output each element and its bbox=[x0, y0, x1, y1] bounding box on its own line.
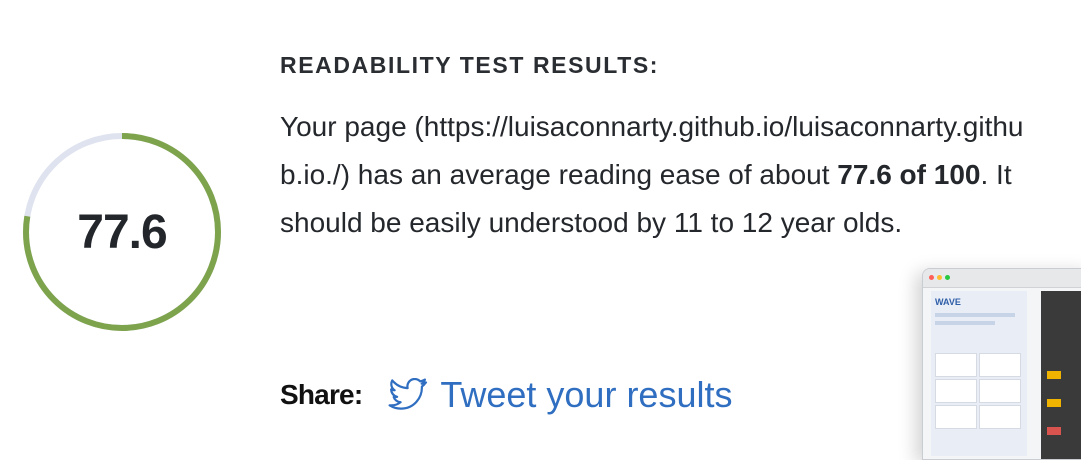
results-score-text: 77.6 of 100 bbox=[837, 159, 981, 190]
twitter-bird-icon bbox=[388, 378, 428, 410]
thumbnail-close-dot bbox=[929, 275, 934, 280]
results-heading: READABILITY TEST RESULTS: bbox=[280, 52, 660, 78]
thumbnail-marker bbox=[1047, 399, 1061, 407]
thumbnail-card bbox=[935, 405, 977, 429]
tweet-results-link[interactable]: Tweet your results bbox=[388, 374, 732, 416]
results-paragraph: Your page (https://luisaconnarty.github.… bbox=[280, 103, 1025, 247]
thumbnail-line bbox=[935, 321, 995, 325]
thumbnail-marker bbox=[1047, 371, 1061, 379]
readability-score-gauge: 77.6 bbox=[22, 132, 222, 332]
thumbnail-card bbox=[979, 405, 1021, 429]
score-value: 77.6 bbox=[77, 205, 167, 259]
thumbnail-logo: WAVE bbox=[935, 297, 961, 307]
thumbnail-card bbox=[935, 379, 977, 403]
thumbnail-line bbox=[935, 313, 1015, 317]
thumbnail-card bbox=[935, 353, 977, 377]
screenshot-thumbnail[interactable]: WAVE bbox=[922, 268, 1081, 460]
share-row: Share: Tweet your results bbox=[280, 374, 732, 416]
thumbnail-zoom-dot bbox=[945, 275, 950, 280]
tweet-results-label: Tweet your results bbox=[440, 374, 733, 415]
thumbnail-card bbox=[979, 379, 1021, 403]
thumbnail-minimize-dot bbox=[937, 275, 942, 280]
thumbnail-card bbox=[979, 353, 1021, 377]
thumbnail-marker bbox=[1047, 427, 1061, 435]
share-label: Share: bbox=[280, 379, 363, 410]
